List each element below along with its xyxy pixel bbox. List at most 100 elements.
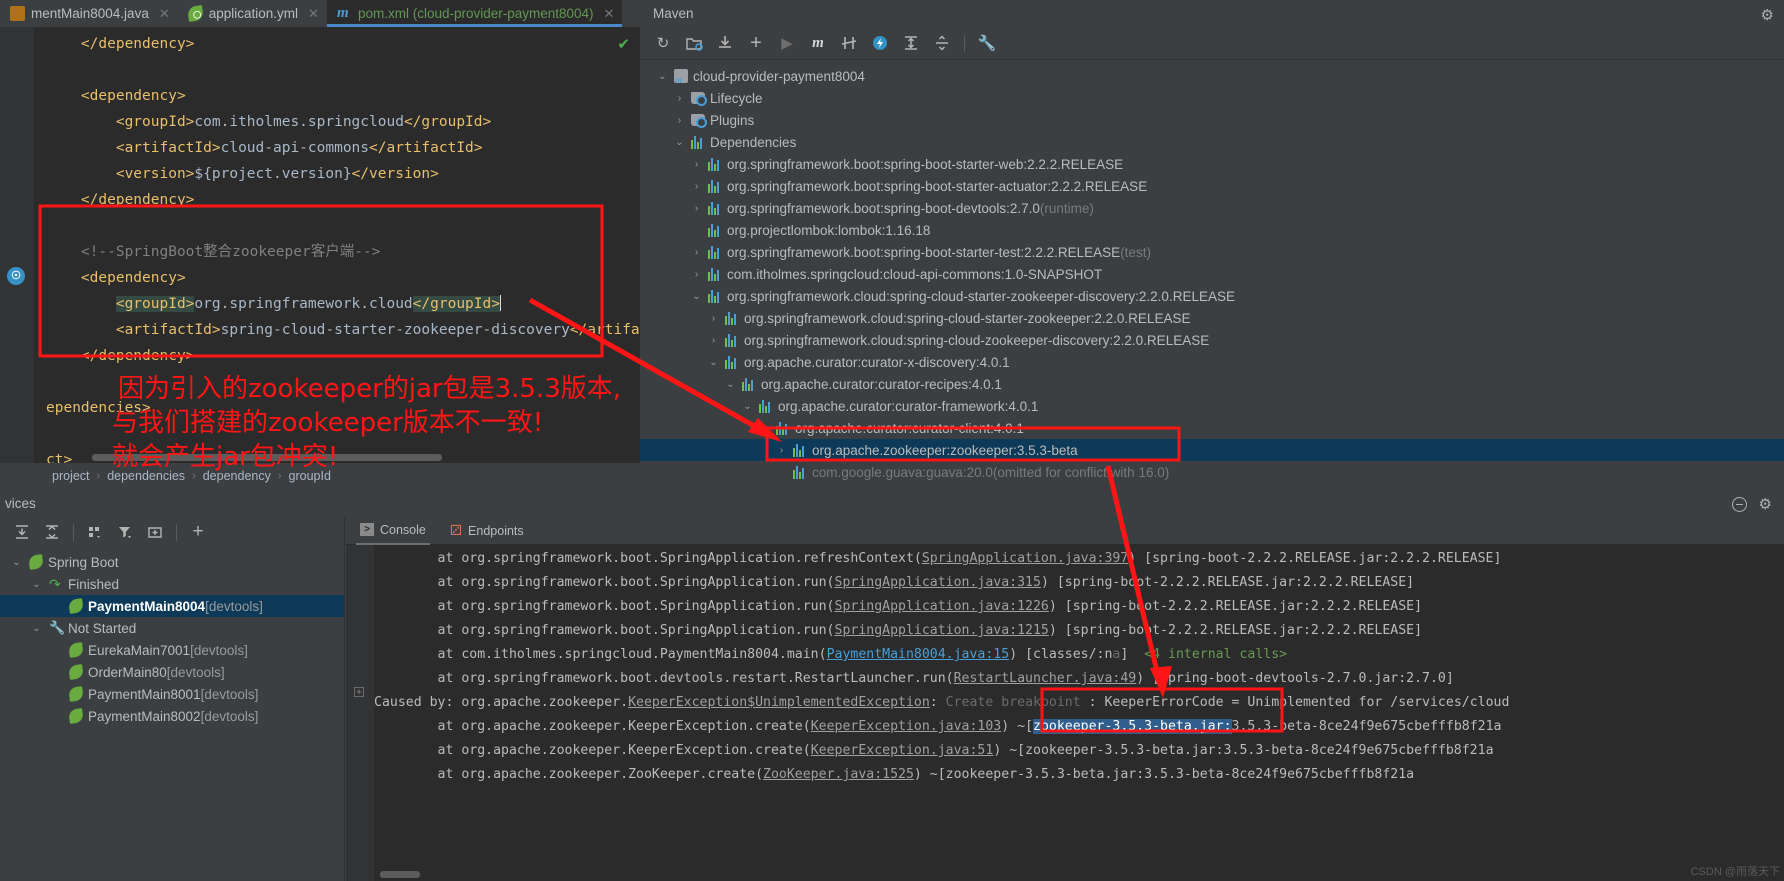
editor-tab-paymentmain8004[interactable]: mentMain8004.java ✕: [0, 0, 178, 27]
add-service-icon[interactable]: +: [184, 519, 212, 545]
console-span[interactable]: SpringApplication.java:315: [835, 575, 1041, 590]
editor-horizontal-scrollbar[interactable]: [92, 454, 442, 461]
maven-tree-row[interactable]: com.google.guava:guava:20.0 (omitted for…: [640, 461, 1784, 483]
add-maven-project-icon[interactable]: [680, 30, 708, 56]
maven-tree-row[interactable]: ⌄ org.apache.curator:curator-client:4.0.1: [640, 417, 1784, 439]
download-sources-icon[interactable]: [711, 30, 739, 56]
maven-tree-row[interactable]: › org.springframework.boot:spring-boot-st…: [640, 175, 1784, 197]
service-tree-row[interactable]: EurekaMain7001 [devtools]: [0, 639, 344, 661]
maven-tree-row[interactable]: org.projectlombok:lombok:1.16.18: [640, 219, 1784, 241]
tab-endpoints[interactable]: ⚂ Endpoints: [446, 517, 528, 545]
chevron-right-icon[interactable]: ›: [707, 313, 720, 324]
maven-tree-row[interactable]: ⌄ Dependencies: [640, 131, 1784, 153]
filter-icon[interactable]: [111, 519, 139, 545]
maven-tree-row[interactable]: › org.apache.zookeeper:zookeeper:3.5.3-be…: [640, 439, 1784, 461]
tab-console[interactable]: > Console: [356, 517, 430, 545]
chevron-down-icon[interactable]: ⌄: [707, 357, 720, 368]
breadcrumb-item-dependencies[interactable]: dependencies: [107, 469, 185, 483]
chevron-right-icon[interactable]: ›: [690, 159, 703, 170]
service-tree-row[interactable]: PaymentMain8004 [devtools]: [0, 595, 344, 617]
chevron-right-icon[interactable]: ›: [690, 247, 703, 258]
service-tree-row[interactable]: PaymentMain8002 [devtools]: [0, 705, 344, 727]
chevron-down-icon[interactable]: ⌄: [724, 379, 737, 390]
chevron-right-icon[interactable]: ›: [690, 181, 703, 192]
editor-tab-pom-xml[interactable]: m pom.xml (cloud-provider-payment8004) ✕: [326, 0, 623, 27]
add-icon[interactable]: +: [742, 30, 770, 56]
console-horizontal-scrollbar[interactable]: [380, 871, 420, 878]
console-span[interactable]: PaymentMain8004.java:15: [827, 647, 1010, 662]
console-span[interactable]: RestartLauncher.java:49: [954, 671, 1137, 686]
services-tree[interactable]: ⌄ Spring Boot ⌄ ↷ Finished PaymentMain8004 [d…: [0, 547, 344, 727]
collapse-all-icon[interactable]: [38, 519, 66, 545]
chevron-down-icon[interactable]: ⌄: [690, 291, 703, 302]
refresh-icon[interactable]: ↻: [649, 30, 677, 56]
service-tree-row[interactable]: ⌄ Spring Boot: [0, 551, 344, 573]
maven-tree-row[interactable]: › com.itholmes.springcloud:cloud-api-comm…: [640, 263, 1784, 285]
maven-tree-row[interactable]: ⌄ org.springframework.cloud:spring-cloud-…: [640, 285, 1784, 307]
gear-icon[interactable]: ⚙: [1761, 6, 1774, 24]
code-line: </dependency>: [80, 36, 195, 52]
help-circle-icon[interactable]: [1731, 496, 1747, 512]
maven-tree-row[interactable]: › org.springframework.boot:spring-boot-de…: [640, 197, 1784, 219]
group-by-icon[interactable]: [81, 519, 109, 545]
console-span[interactable]: KeeperException$UnimplementedException: [628, 695, 930, 710]
close-icon[interactable]: ✕: [308, 6, 319, 22]
settings-wrench-icon[interactable]: 🔧: [973, 30, 1001, 56]
maven-tree-row[interactable]: ⌄ cloud-provider-payment8004: [640, 65, 1784, 87]
close-icon[interactable]: ✕: [604, 6, 615, 22]
console-span[interactable]: KeeperException.java:103: [811, 719, 1002, 734]
code-text[interactable]: </dependency> <dependency> <groupId>com.…: [34, 27, 640, 463]
maven-tree-row[interactable]: › org.springframework.cloud:spring-cloud-…: [640, 307, 1784, 329]
service-tree-row[interactable]: ⌄ ↷ Finished: [0, 573, 344, 595]
code-editor[interactable]: ✔ ☉ </dependency> <dependency> <groupId>…: [0, 27, 640, 463]
maven-tree-row[interactable]: › org.springframework.boot:spring-boot-st…: [640, 153, 1784, 175]
chevron-right-icon[interactable]: ›: [690, 203, 703, 214]
close-icon[interactable]: ✕: [159, 6, 170, 22]
settings-gear-icon[interactable]: ⚙: [1759, 495, 1772, 513]
console-span[interactable]: SpringApplication.java:397: [922, 551, 1128, 566]
maven-tree-row[interactable]: › org.springframework.boot:spring-boot-st…: [640, 241, 1784, 263]
maven-tree-row[interactable]: › Lifecycle: [640, 87, 1784, 109]
expand-all-icon[interactable]: [897, 30, 925, 56]
chevron-right-icon[interactable]: ›: [673, 93, 686, 104]
toggle-skip-tests-icon[interactable]: [835, 30, 863, 56]
console-output[interactable]: at org.springframework.boot.SpringApplic…: [374, 547, 1784, 881]
service-tree-row[interactable]: PaymentMain8001 [devtools]: [0, 683, 344, 705]
chevron-right-icon[interactable]: ›: [673, 115, 686, 126]
breadcrumb-item-project[interactable]: project: [52, 469, 90, 483]
breadcrumb-item-dependency[interactable]: dependency: [203, 469, 271, 483]
chevron-right-icon[interactable]: ›: [690, 269, 703, 280]
maven-tree-row[interactable]: › Plugins: [640, 109, 1784, 131]
console-span[interactable]: SpringApplication.java:1226: [835, 599, 1049, 614]
breadcrumb-item-groupid[interactable]: groupId: [289, 469, 331, 483]
toggle-offline-mode-icon[interactable]: [866, 30, 894, 56]
maven-tree-row[interactable]: › org.springframework.cloud:spring-cloud-…: [640, 329, 1784, 351]
chevron-down-icon[interactable]: ⌄: [30, 579, 43, 590]
maven-dependency-tree[interactable]: ⌄ cloud-provider-payment8004 › Lifecycle › Pl…: [640, 60, 1784, 490]
console-span[interactable]: ZooKeeper.java:1525: [763, 767, 914, 782]
chevron-down-icon[interactable]: ⌄: [673, 137, 686, 148]
chevron-down-icon[interactable]: ⌄: [656, 71, 669, 82]
chevron-down-icon[interactable]: ⌄: [10, 557, 23, 568]
console-span[interactable]: SpringApplication.java:1215: [835, 623, 1049, 638]
chevron-right-icon[interactable]: ›: [775, 445, 788, 456]
chevron-right-icon[interactable]: ›: [707, 335, 720, 346]
chevron-down-icon[interactable]: ⌄: [758, 423, 771, 434]
editor-gutter[interactable]: [0, 27, 34, 463]
service-tree-row[interactable]: ⌄ 🔧 Not Started: [0, 617, 344, 639]
execute-maven-goal-icon[interactable]: m: [804, 30, 832, 56]
expand-all-icon[interactable]: [8, 519, 36, 545]
service-tree-row[interactable]: OrderMain80 [devtools]: [0, 661, 344, 683]
editor-tab-application-yml[interactable]: application.yml ✕: [177, 0, 327, 27]
chevron-down-icon[interactable]: ⌄: [30, 623, 43, 634]
add-tab-icon[interactable]: [141, 519, 169, 545]
chevron-down-icon[interactable]: ⌄: [741, 401, 754, 412]
maven-tree-row[interactable]: ⌄ org.apache.curator:curator-framework:4.…: [640, 395, 1784, 417]
maven-tree-row[interactable]: ⌄ org.apache.curator:curator-x-discovery:…: [640, 351, 1784, 373]
expand-stacktrace-icon[interactable]: +: [354, 687, 364, 697]
collapse-all-icon[interactable]: [928, 30, 956, 56]
console-span[interactable]: KeeperException.java:51: [811, 743, 994, 758]
maven-tree-row[interactable]: ⌄ org.apache.curator:curator-recipes:4.0.…: [640, 373, 1784, 395]
spring-bean-gutter-icon[interactable]: ☉: [7, 267, 25, 285]
